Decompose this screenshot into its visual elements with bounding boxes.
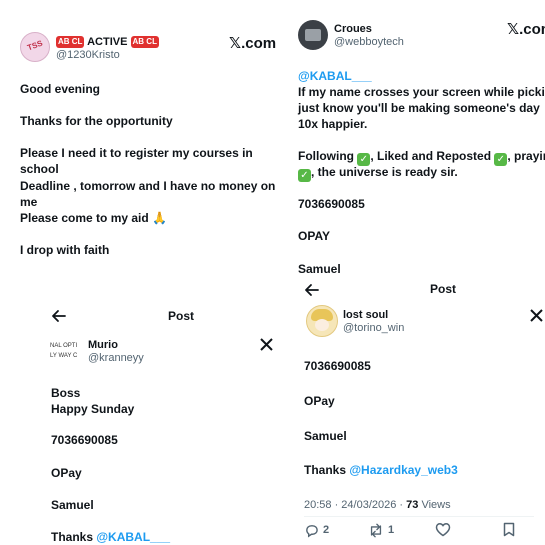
check-icon: ✓ bbox=[494, 153, 508, 166]
following-line: Following ✓, Liked and Reposted ✓, prayi… bbox=[298, 149, 545, 166]
body-line: Thanks for the opportunity bbox=[20, 114, 173, 128]
x-logo-icon bbox=[260, 338, 273, 351]
body-line-text: Please come to my aid 🙏 bbox=[20, 211, 167, 225]
body-line: Good evening bbox=[20, 82, 101, 96]
reply-icon bbox=[306, 524, 318, 537]
post-meta: 20:58 · 24/03/2026 · 73 Views bbox=[304, 499, 451, 511]
universe-text: , the universe is ready sir. bbox=[311, 165, 458, 179]
following-text: Following bbox=[298, 149, 354, 163]
body-line: just know you'll be making someone's day bbox=[298, 101, 540, 115]
timestamp[interactable]: 20:58 · 24/03/2026 · bbox=[304, 499, 406, 511]
page-header-title: Post bbox=[168, 309, 195, 323]
thanks-line: Thanks @Hazardkay_web3 bbox=[304, 463, 458, 477]
display-name[interactable]: lost soul bbox=[343, 309, 388, 321]
reply-button[interactable]: 2 bbox=[304, 522, 329, 538]
views-count: 73 bbox=[406, 499, 419, 511]
bank-name: OPay bbox=[304, 394, 335, 408]
x-logo-icon bbox=[530, 309, 543, 322]
handle[interactable]: @1230Kristo bbox=[56, 49, 120, 61]
avatar-face-shape bbox=[315, 319, 329, 331]
account-number: 7036690085 bbox=[51, 433, 118, 447]
mention-link[interactable]: @KABAL___ bbox=[96, 530, 170, 544]
post-card-bottom-left: Post NAL OPTI LY WAY C Murio @kranneyy B… bbox=[0, 300, 292, 545]
like-icon[interactable] bbox=[435, 522, 451, 538]
divider bbox=[304, 516, 534, 517]
account-name: Samuel bbox=[298, 262, 341, 276]
body-line: I drop with faith bbox=[20, 243, 110, 257]
following-line-cont: ✓, the universe is ready sir. bbox=[298, 165, 458, 182]
display-name-text: ACTIVE bbox=[87, 36, 128, 48]
avatar-device-shape bbox=[305, 29, 321, 41]
repost-button[interactable]: 1 bbox=[368, 522, 394, 538]
display-name[interactable]: Murio bbox=[88, 339, 118, 351]
avatar-text-line: LY WAY C bbox=[50, 353, 78, 359]
account-name: Samuel bbox=[51, 498, 94, 512]
bookmark-icon[interactable] bbox=[503, 522, 517, 538]
avatar-logo-text: TSS bbox=[26, 38, 44, 53]
liked-reposted-text: , Liked and Reposted bbox=[370, 149, 492, 163]
page-header-title: Post bbox=[430, 282, 457, 296]
account-name: Samuel bbox=[304, 429, 347, 443]
avatar-croues[interactable] bbox=[298, 20, 328, 50]
x-logo-icon: 𝕏.com bbox=[507, 21, 545, 38]
mention-link[interactable]: @KABAL___ bbox=[298, 69, 372, 83]
body-line: Deadline , tomorrow and I have no money … bbox=[20, 179, 276, 193]
body-line: Boss bbox=[51, 386, 81, 400]
body-line: Happy Sunday bbox=[51, 402, 135, 416]
reply-count: 2 bbox=[323, 524, 330, 536]
body-line: If my name crosses your screen while pic… bbox=[298, 85, 545, 99]
body-line: school bbox=[20, 162, 59, 176]
views-label: Views bbox=[421, 499, 451, 511]
badge-right: AB CL bbox=[130, 36, 159, 48]
body-line: Please come to my aid 🙏 bbox=[20, 211, 167, 225]
avatar-murio[interactable]: NAL OPTI LY WAY C bbox=[48, 339, 84, 367]
praying-text: , praying bbox=[507, 149, 545, 163]
mention-link[interactable]: @Hazardkay_web3 bbox=[349, 463, 457, 477]
account-number: 7036690085 bbox=[304, 359, 371, 373]
body-line: me bbox=[20, 195, 38, 209]
display-name[interactable]: Croues bbox=[334, 23, 372, 35]
repost-count: 1 bbox=[388, 524, 395, 536]
account-number: 7036690085 bbox=[298, 197, 365, 211]
back-arrow-icon[interactable] bbox=[304, 282, 320, 298]
handle[interactable]: @kranneyy bbox=[88, 352, 144, 364]
handle[interactable]: @torino_win bbox=[343, 322, 404, 334]
check-icon: ✓ bbox=[298, 169, 311, 182]
thanks-line: Thanks @KABAL___ bbox=[51, 530, 170, 544]
thanks-text: Thanks bbox=[51, 530, 94, 544]
thanks-text: Thanks bbox=[304, 463, 347, 477]
post-card-top-left: TSS AB CL ACTIVE AB CL @1230Kristo 𝕏.com… bbox=[0, 0, 292, 300]
bank-name: OPAY bbox=[298, 229, 331, 243]
x-logo-icon: 𝕏.com bbox=[229, 35, 277, 52]
badge-left: AB CL bbox=[56, 36, 85, 48]
avatar-lost-soul[interactable] bbox=[306, 305, 338, 337]
back-arrow-icon[interactable] bbox=[51, 308, 67, 324]
post-card-bottom-right: Post lost soul @torino_win 7036690085 OP… bbox=[292, 282, 545, 545]
body-line: 10x happier. bbox=[298, 117, 368, 131]
avatar-text-line: NAL OPTI bbox=[50, 343, 78, 349]
avatar-kristo[interactable]: TSS bbox=[20, 32, 50, 62]
repost-icon bbox=[370, 523, 382, 537]
post-card-top-right: Croues @webboytech 𝕏.com @KABAL___ If my… bbox=[292, 0, 545, 282]
display-name[interactable]: AB CL ACTIVE AB CL bbox=[56, 36, 159, 48]
handle[interactable]: @webboytech bbox=[334, 36, 404, 48]
bank-name: OPay bbox=[51, 466, 82, 480]
body-line: Please I need it to register my courses … bbox=[20, 146, 253, 160]
